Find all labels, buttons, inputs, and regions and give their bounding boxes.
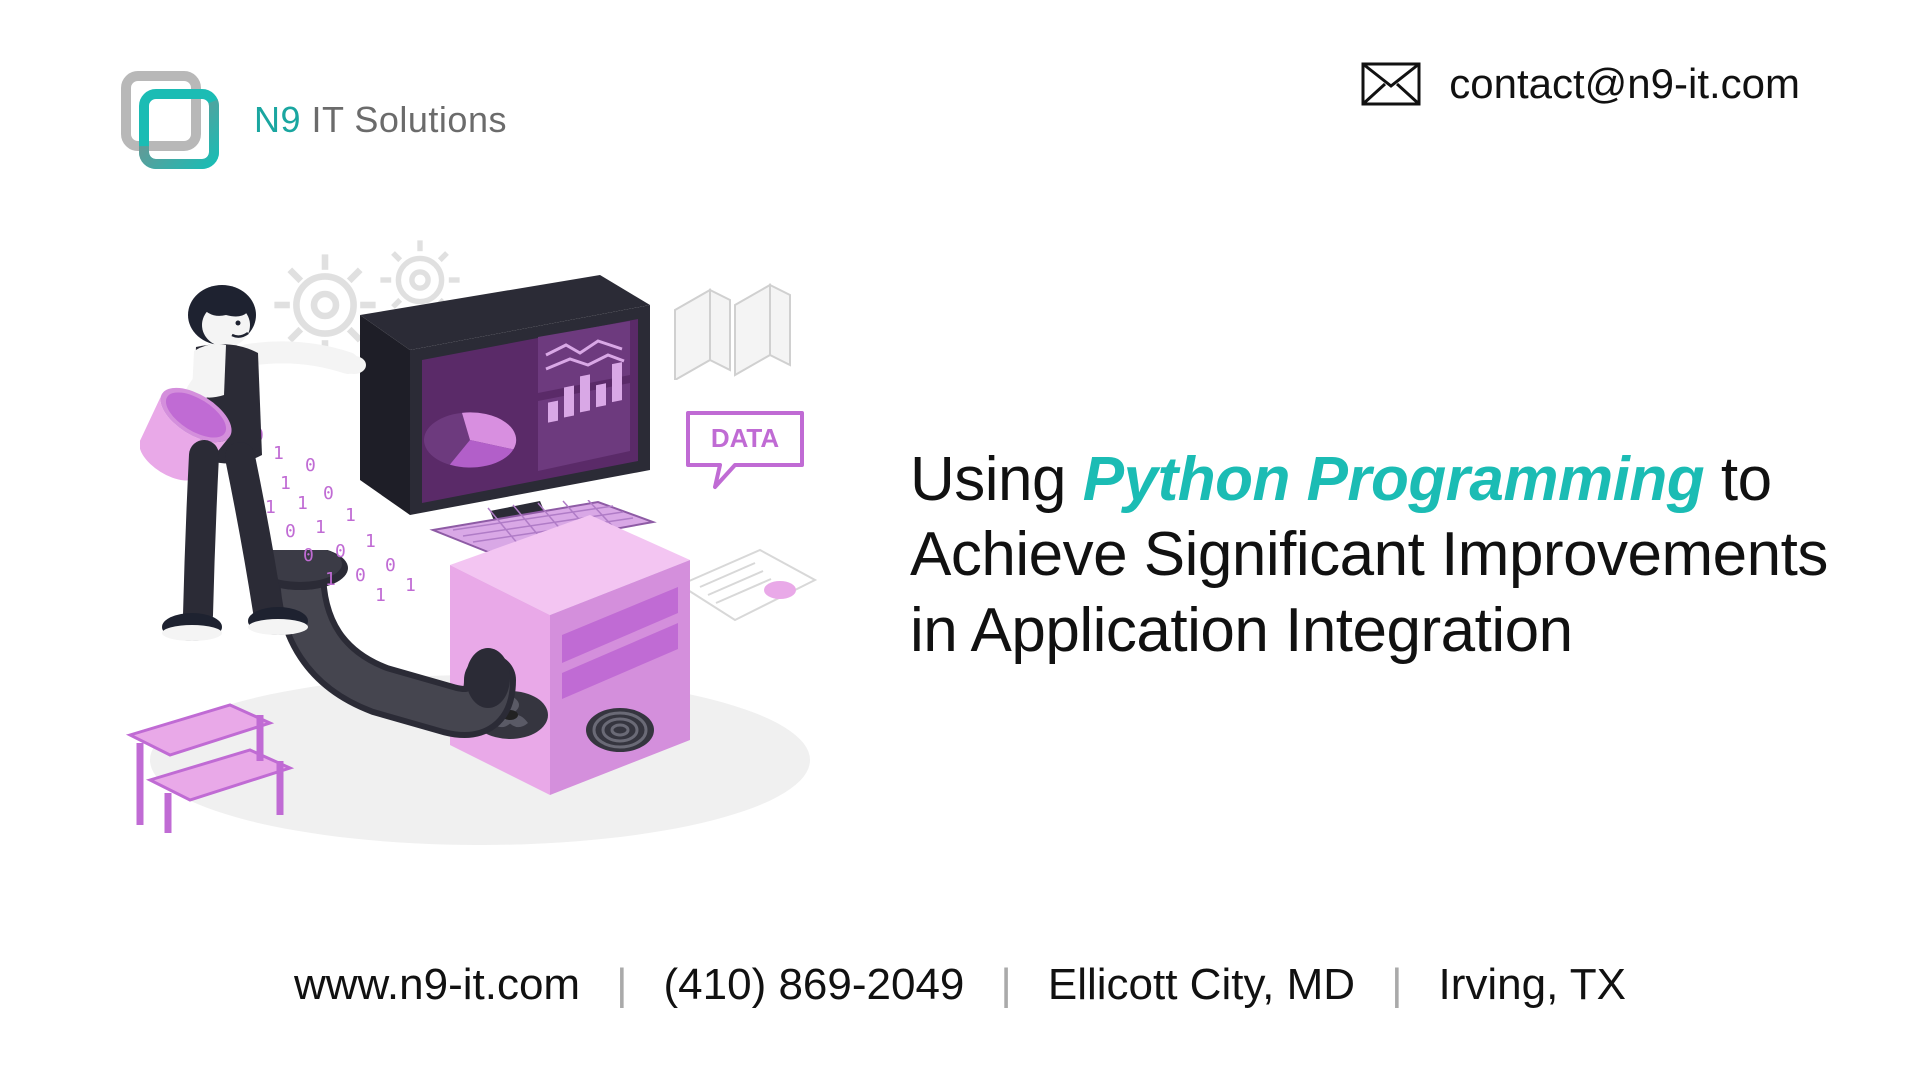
logo-bold: N9 bbox=[254, 99, 301, 140]
logo-rest: IT Solutions bbox=[301, 99, 507, 140]
bubble-label: DATA bbox=[711, 423, 780, 453]
logo-mark-icon bbox=[110, 60, 230, 180]
contact-block: contact@n9-it.com bbox=[1361, 60, 1800, 108]
separator: | bbox=[1391, 960, 1402, 1010]
data-speech-bubble: DATA bbox=[680, 405, 810, 495]
footer-phone[interactable]: (410) 869-2049 bbox=[664, 960, 965, 1010]
headline: Using Python Programming to Achieve Sign… bbox=[870, 442, 1830, 669]
separator: | bbox=[1000, 960, 1011, 1010]
header-bar: N9 IT Solutions contact@n9-it.com bbox=[0, 60, 1920, 180]
logo-text: N9 IT Solutions bbox=[254, 99, 507, 141]
mail-icon bbox=[1361, 62, 1421, 106]
footer-bar: www.n9-it.com | (410) 869-2049 | Ellicot… bbox=[0, 960, 1920, 1010]
logo-block: N9 IT Solutions bbox=[110, 60, 507, 180]
server-stack-icon bbox=[665, 270, 805, 380]
separator: | bbox=[616, 960, 627, 1010]
contact-email[interactable]: contact@n9-it.com bbox=[1449, 60, 1800, 108]
headline-accent: Python Programming bbox=[1083, 445, 1704, 514]
person-pouring-icon bbox=[140, 285, 400, 725]
hero-illustration: DATA bbox=[110, 245, 870, 865]
footer-website[interactable]: www.n9-it.com bbox=[294, 960, 580, 1010]
headline-pre: Using bbox=[910, 445, 1083, 514]
footer-loc2: Irving, TX bbox=[1439, 960, 1626, 1010]
main-area: DATA bbox=[110, 230, 1830, 880]
footer-loc1: Ellicott City, MD bbox=[1048, 960, 1355, 1010]
